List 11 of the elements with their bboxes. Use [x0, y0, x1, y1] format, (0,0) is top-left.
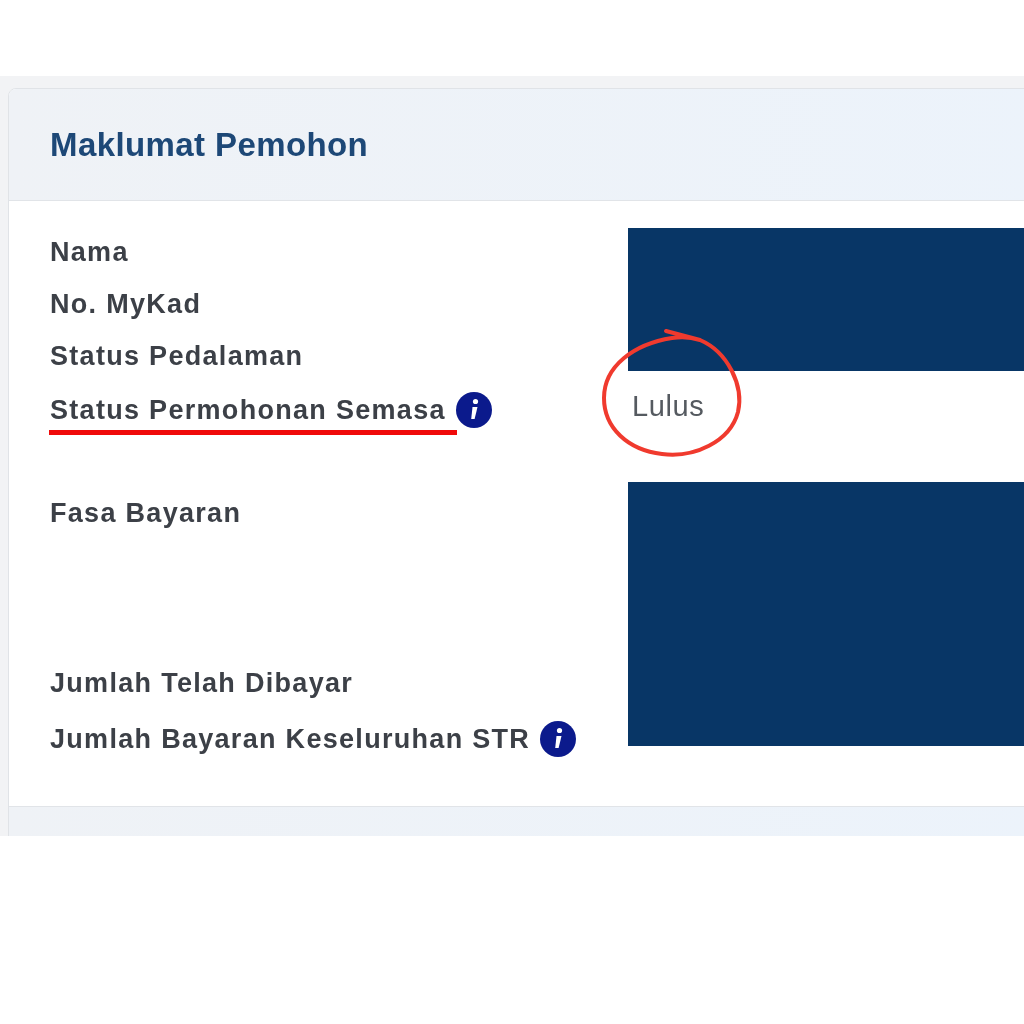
field-label: Status Permohonan Semasa [50, 395, 446, 425]
field-label: Fasa Bayaran [50, 498, 242, 528]
field-label: Jumlah Telah Dibayar [50, 668, 354, 698]
field-label: Status Pedalaman [50, 341, 304, 371]
card-title: Maklumat Pemohon [50, 125, 369, 164]
field-label: Jumlah Bayaran Keseluruhan STR [50, 724, 531, 754]
field-label: Nama [50, 237, 129, 267]
status-value: Lulus [632, 391, 705, 421]
info-icon[interactable] [540, 721, 577, 757]
info-icon[interactable] [455, 392, 492, 428]
field-label: No. MyKad [50, 289, 202, 319]
